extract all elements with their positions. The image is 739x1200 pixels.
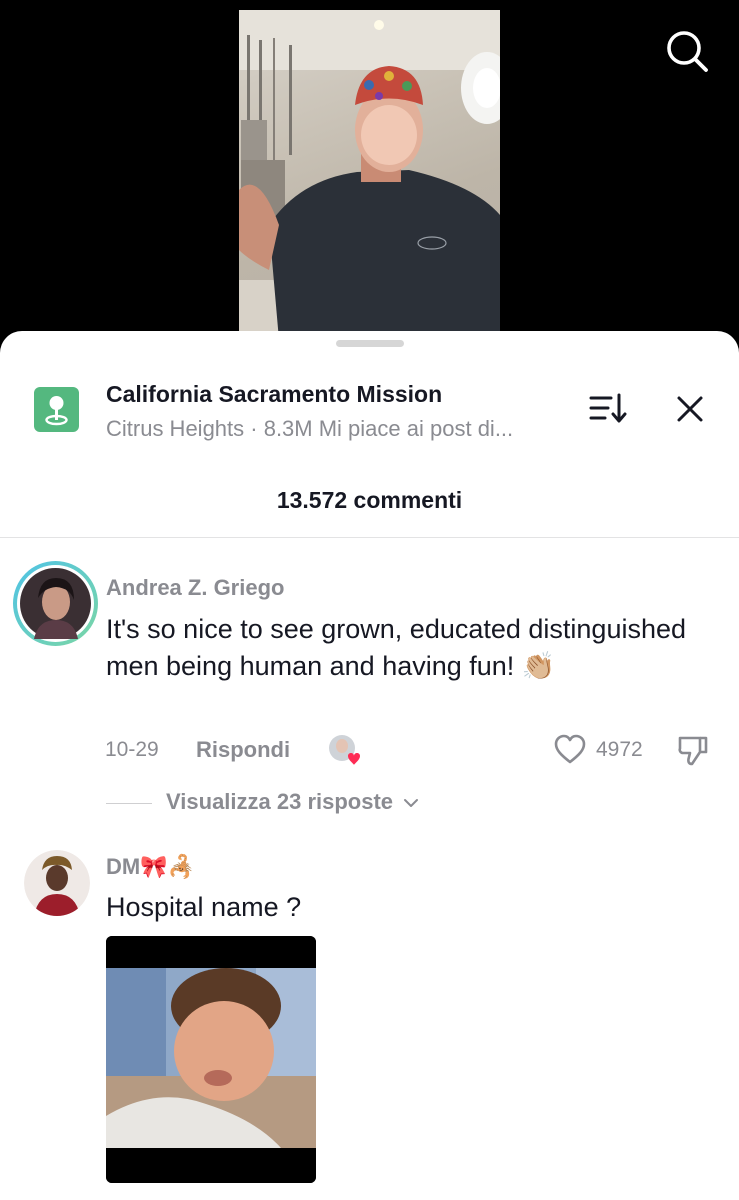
view-replies-label: Visualizza 23 risposte	[166, 789, 394, 814]
sort-button[interactable]	[588, 391, 628, 425]
comments-sheet: California Sacramento Mission Citrus Hei…	[0, 331, 739, 1200]
view-replies-button[interactable]: Visualizza 23 risposte	[166, 789, 419, 819]
replies-divider	[106, 803, 152, 804]
header-divider	[0, 537, 739, 538]
location-pin-icon[interactable]	[34, 387, 79, 432]
comment-date: 10-29	[105, 738, 159, 761]
gif-preview	[106, 936, 316, 1183]
reply-button[interactable]: Rispondi	[196, 737, 290, 763]
close-icon	[677, 396, 703, 422]
video-background	[0, 0, 739, 340]
creator-liked-badge	[328, 734, 362, 768]
search-icon	[667, 31, 708, 72]
sheet-drag-handle[interactable]	[336, 340, 404, 347]
close-button[interactable]	[672, 391, 708, 427]
dislike-button[interactable]	[676, 733, 710, 767]
comment-gif-image[interactable]	[106, 936, 316, 1183]
comment-count: 13.572 commenti	[276, 487, 463, 513]
heart-icon	[554, 734, 586, 764]
creator-heart-icon	[329, 735, 360, 765]
like-button[interactable]	[553, 733, 587, 765]
video-thumbnail[interactable]	[239, 10, 500, 340]
search-button[interactable]	[664, 28, 710, 74]
location-title[interactable]: California Sacramento Mission	[106, 381, 442, 408]
like-count: 4972	[596, 738, 643, 761]
comment-username[interactable]: DM🎀🦂	[106, 854, 195, 880]
comment-text: Hospital name ?	[106, 892, 302, 922]
chevron-down-icon	[403, 799, 418, 807]
location-subtitle[interactable]: Citrus Heights · 8.3M Mi piace ai post d…	[106, 416, 513, 442]
comment-text: It's so nice to see grown, educated dist…	[106, 614, 687, 681]
sort-icon	[589, 393, 627, 423]
avatar[interactable]	[24, 850, 90, 916]
video-scene-image	[239, 10, 500, 340]
thumbs-down-icon	[678, 736, 708, 766]
avatar[interactable]	[13, 561, 98, 646]
comment-username[interactable]: Andrea Z. Griego	[106, 575, 284, 601]
